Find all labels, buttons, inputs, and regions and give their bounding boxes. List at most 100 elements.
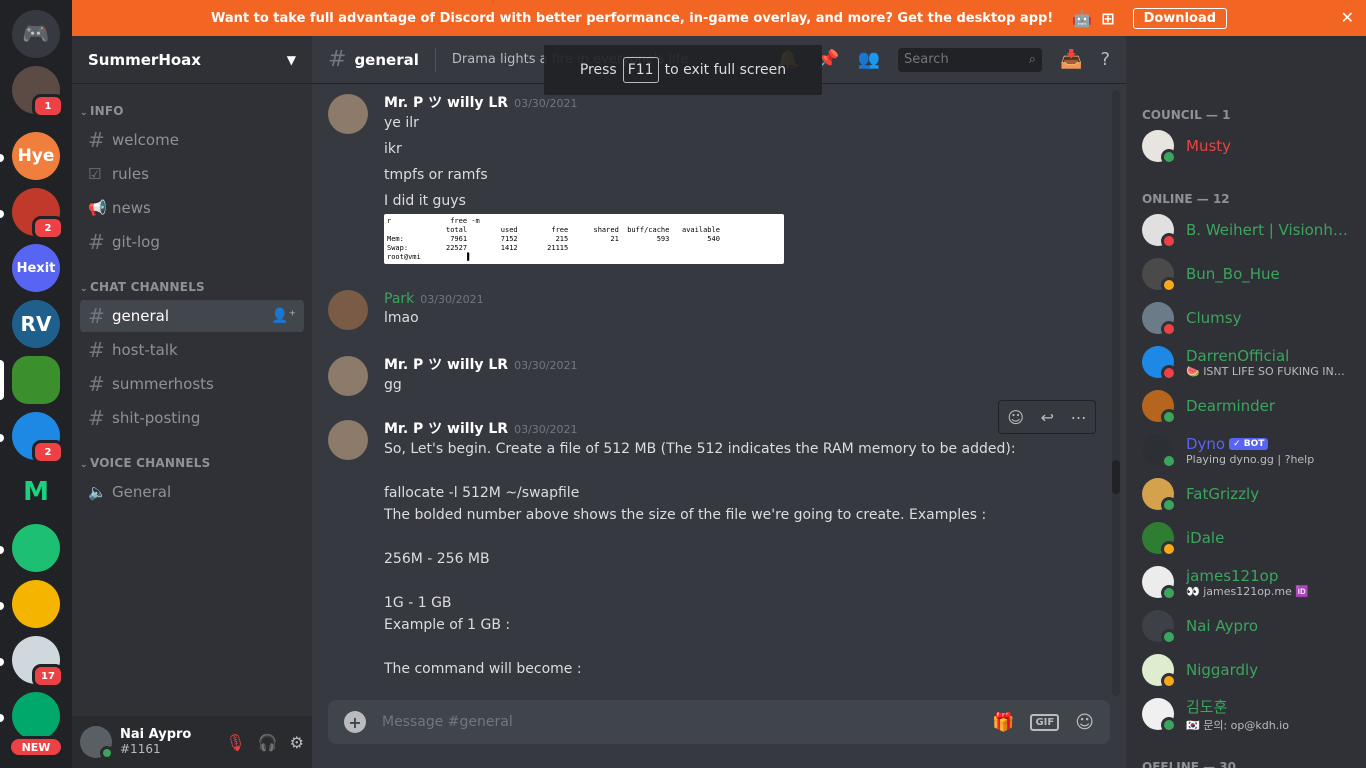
category-chat[interactable]: ⌄ CHAT CHANNELS — [80, 280, 205, 294]
unread-pip — [0, 210, 4, 218]
server-icon-hye[interactable]: Hye — [12, 132, 60, 180]
message-author[interactable]: Mr. P ツ willy LR — [384, 421, 508, 437]
category-label: VOICE CHANNELS — [90, 456, 211, 470]
message-composer[interactable]: + Message #general 🎁 GIF ☺ — [328, 700, 1110, 744]
server-icon-fiverr[interactable] — [12, 524, 60, 572]
member-item[interactable]: Dearminder — [1134, 384, 1358, 428]
member-item[interactable]: Niggardly — [1134, 648, 1358, 692]
discord-app: 🎮 1 Hye 2 Hexit RV 2 M 17 NEW Want to ta… — [0, 0, 1366, 768]
server-icon-3[interactable]: 2 — [12, 188, 64, 240]
message-author[interactable]: Park — [384, 291, 414, 307]
member-name: FatGrizzly — [1186, 485, 1260, 503]
member-name: Musty — [1186, 137, 1232, 155]
message: Mr. P ツ willy LR 03/30/2021 ye ilr ikr tm… — [328, 92, 1108, 264]
fullscreen-toast: Press F11 to exit full screen — [544, 45, 822, 95]
add-attachment-icon[interactable]: + — [344, 711, 366, 733]
message-author[interactable]: Mr. P ツ willy LR — [384, 95, 508, 111]
inbox-icon[interactable]: 📥 — [1060, 49, 1082, 70]
server-icon-summerhoax[interactable] — [12, 356, 60, 404]
member-item[interactable]: Musty — [1134, 124, 1358, 168]
new-servers-pill[interactable]: NEW — [8, 736, 64, 758]
channel-host-talk[interactable]: # host-talk — [80, 334, 304, 366]
voice-channel-general[interactable]: 🔈 General — [80, 476, 304, 508]
member-item[interactable]: Dyno ✓ BOT Playing dyno.gg | ?help — [1134, 428, 1358, 472]
member-item[interactable]: Nai Aypro — [1134, 604, 1358, 648]
avatar[interactable] — [328, 94, 368, 134]
member-item[interactable]: B. Weihert | Visionhos... — [1134, 208, 1358, 252]
search-input[interactable]: Search ⌕ — [898, 47, 1043, 72]
channel-label: rules — [112, 165, 149, 183]
avatar — [1142, 214, 1177, 249]
download-button[interactable]: Download — [1132, 7, 1228, 29]
member-item[interactable]: iDale — [1134, 516, 1358, 560]
server-icon-8[interactable]: 2 — [12, 412, 64, 464]
server-icon-rv[interactable]: RV — [12, 300, 60, 348]
member-list-icon[interactable]: 👥 — [858, 49, 880, 70]
member-item[interactable]: Clumsy — [1134, 296, 1358, 340]
add-reaction-icon[interactable]: ☺ — [1007, 408, 1024, 427]
status-icon — [1161, 629, 1177, 645]
channel-shit-posting[interactable]: # shit-posting — [80, 402, 304, 434]
channel-welcome[interactable]: # welcome — [80, 124, 304, 156]
home-button[interactable]: 🎮 — [12, 10, 60, 58]
member-item[interactable]: 김도훈 🇰🇷 문의: op@kdh.io — [1134, 692, 1358, 736]
invite-icon[interactable]: 👤⁺ — [271, 308, 296, 324]
category-voice[interactable]: ⌄ VOICE CHANNELS — [80, 456, 210, 470]
avatar[interactable] — [328, 420, 368, 460]
guild-header[interactable]: SummerHoax ▼ — [72, 36, 312, 84]
message-text: 1G - 1 GB — [384, 595, 452, 611]
mute-microphone-icon[interactable]: 🎙 — [225, 733, 245, 752]
terminal-line: total used free shared buff/cache availa… — [387, 226, 720, 234]
message-text: The command will become : — [384, 661, 582, 677]
terminal-line: r free -m — [387, 217, 480, 225]
terminal-line: Mem: 7961 7152 215 21 593 540 — [387, 235, 720, 243]
chat-scrollbar[interactable] — [1112, 90, 1120, 696]
server-icon-13[interactable] — [12, 692, 60, 740]
member-item[interactable]: Bun_Bo_Hue — [1134, 252, 1358, 296]
member-item[interactable]: DarrenOfficial 🍉 ISNT LIFE SO FUKING INC.… — [1134, 340, 1358, 384]
gif-button[interactable]: GIF — [1030, 713, 1060, 731]
unread-pip — [0, 714, 4, 722]
channel-general[interactable]: # general 👤⁺ — [80, 300, 304, 332]
rules-icon: ☑ — [88, 165, 102, 183]
server-icon-m[interactable]: M — [12, 468, 60, 516]
member-item[interactable]: FatGrizzly — [1134, 472, 1358, 516]
scrollbar-thumb[interactable] — [1112, 460, 1120, 494]
more-options-icon[interactable]: ⋯ — [1071, 408, 1087, 427]
member-name: DarrenOfficial — [1186, 346, 1290, 365]
channel-git-log[interactable]: # git-log — [80, 226, 304, 258]
avatar[interactable] — [328, 290, 368, 330]
server-initials: Hexit — [16, 260, 56, 276]
unread-pip — [0, 154, 4, 162]
server-icon-hexit[interactable]: Hexit — [12, 244, 60, 292]
server-icon-12[interactable]: 17 — [12, 636, 64, 688]
avatar[interactable] — [80, 726, 114, 760]
help-icon[interactable]: ? — [1100, 49, 1110, 70]
member-group-online: ONLINE — 12 — [1142, 192, 1230, 206]
avatar — [1142, 302, 1177, 337]
close-icon[interactable]: ✕ — [1341, 8, 1354, 27]
channel-news[interactable]: 📢 news — [80, 192, 304, 224]
member-name: james121op — [1186, 566, 1279, 585]
message-input[interactable]: Message #general — [382, 714, 513, 730]
member-name: Nai Aypro — [1186, 617, 1259, 635]
emoji-icon[interactable]: ☺ — [1075, 712, 1094, 733]
discord-logo-icon: 🎮 — [22, 21, 50, 47]
user-info[interactable]: Nai Aypro #1161 — [120, 727, 191, 757]
channel-summerhosts[interactable]: # summerhosts — [80, 368, 304, 400]
server-icon-coin[interactable] — [12, 580, 60, 628]
channel-rules[interactable]: ☑ rules — [80, 158, 304, 190]
server-icon-1[interactable]: 1 — [12, 66, 64, 118]
category-info[interactable]: ⌄ INFO — [80, 104, 124, 118]
member-item[interactable]: james121op 👀 james121op.me 🆔 — [1134, 560, 1358, 604]
message-author[interactable]: Mr. P ツ willy LR — [384, 357, 508, 373]
settings-gear-icon[interactable]: ⚙ — [290, 733, 304, 752]
headphones-icon[interactable]: 🎧 — [258, 733, 278, 752]
gift-icon[interactable]: 🎁 — [992, 712, 1014, 733]
avatar — [1142, 434, 1177, 469]
terminal-screenshot-image[interactable]: r free -m total used free shared buff/ca… — [384, 214, 784, 264]
member-group-council: COUNCIL — 1 — [1142, 108, 1231, 122]
avatar[interactable] — [328, 356, 368, 396]
reply-icon[interactable]: ↩ — [1041, 408, 1054, 427]
